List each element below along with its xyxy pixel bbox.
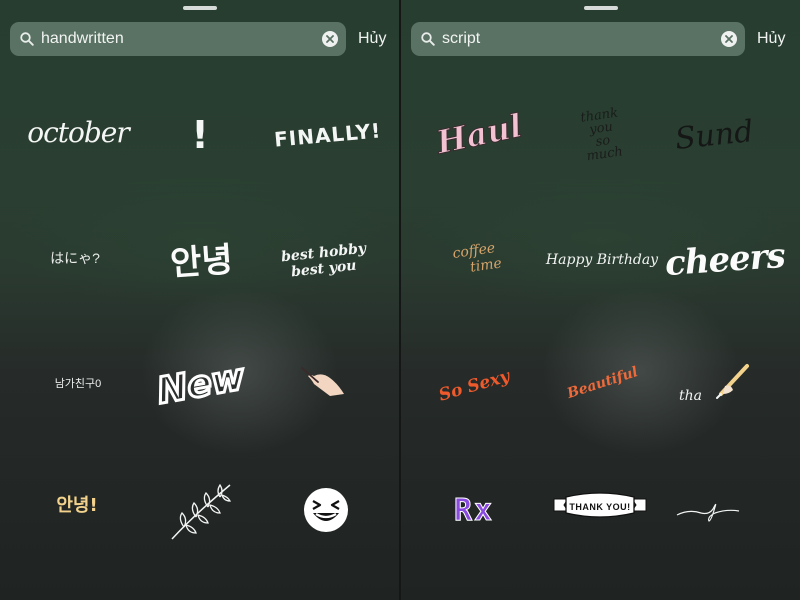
sticker-laughing-emoji[interactable]: [302, 486, 350, 534]
sticker-october-text: october: [27, 115, 130, 149]
sticker-october[interactable]: october: [27, 112, 130, 152]
sticker-sund-text: Sund: [673, 113, 755, 157]
twig-icon: [171, 483, 232, 540]
sticker-happy-birthday[interactable]: Happy Birthday: [546, 246, 658, 274]
sticker-thank-line4: much: [585, 144, 624, 165]
clear-search-button[interactable]: [721, 31, 737, 47]
sticker-so-sexy-text: So Sexy: [436, 366, 512, 406]
sticker-annyeong-large[interactable]: 안녕: [152, 232, 250, 284]
sticker-korean-small[interactable]: 남가친구0: [46, 372, 110, 394]
sticker-cheers-text: cheers: [663, 235, 787, 285]
sticker-happy-birthday-text: Happy Birthday: [545, 252, 659, 268]
sheet-grabber[interactable]: [583, 6, 618, 10]
sticker-exclamation-text: !: [191, 113, 209, 157]
sticker-sund[interactable]: Sund: [671, 112, 757, 158]
sticker-hello-japanese-text: はにゃ?: [50, 250, 100, 266]
sticker-tha[interactable]: tha: [677, 364, 753, 410]
sticker-annyeong-small[interactable]: 안녕!: [44, 490, 110, 518]
clear-icon: [326, 35, 334, 43]
sticker-tha-text: tha: [679, 388, 702, 404]
sticker-panel-handwritten: handwritten Hủy october ! FINALLY! はにゃ? …: [0, 0, 399, 600]
search-bar[interactable]: script: [411, 22, 745, 56]
sticker-so-sexy[interactable]: So Sexy: [436, 366, 511, 406]
sheet-grabber[interactable]: [182, 6, 217, 10]
laughing-face-icon: [304, 488, 348, 532]
clear-icon: [725, 35, 733, 43]
search-icon: [20, 32, 34, 46]
search-bar[interactable]: handwritten: [10, 22, 346, 56]
sticker-haul[interactable]: Haul: [432, 106, 525, 162]
hand-pen-icon: [301, 367, 344, 396]
search-input[interactable]: script: [442, 30, 480, 48]
sticker-best-hobby[interactable]: best hobby best you: [281, 236, 367, 286]
sticker-thank-you-banner[interactable]: THANK YOU!: [551, 490, 649, 524]
sticker-coffee-time[interactable]: coffee time: [436, 233, 513, 285]
sticker-rx[interactable]: Rx: [439, 490, 509, 530]
sticker-beautiful-text: Beautiful: [565, 364, 641, 402]
sticker-thank-you-banner-text: THANK YOU!: [569, 502, 631, 512]
sticker-panel-script: script Hủy Haul thank you so much Sund c…: [401, 0, 800, 600]
sticker-korean-small-text: 남가친구0: [54, 378, 102, 390]
sticker-rx-text: Rx: [453, 492, 495, 528]
search-input[interactable]: handwritten: [41, 30, 124, 48]
sticker-twig[interactable]: [162, 478, 238, 544]
clear-search-button[interactable]: [322, 31, 338, 47]
sticker-finally-text: FINALLY!: [273, 118, 383, 152]
sticker-hand-pen[interactable]: [298, 364, 348, 400]
sticker-finally[interactable]: FINALLY!: [274, 118, 383, 152]
sticker-hello-japanese[interactable]: はにゃ?: [40, 244, 110, 272]
squiggle-icon: [676, 503, 740, 522]
cancel-button[interactable]: Hủy: [757, 30, 785, 48]
sticker-exclamation[interactable]: !: [185, 112, 215, 158]
sticker-coffee-line2: time: [469, 255, 503, 276]
sticker-cheers[interactable]: cheers: [664, 232, 786, 288]
sticker-annyeong-small-text: 안녕!: [56, 495, 98, 516]
sticker-haul-text: Haul: [432, 106, 526, 162]
sticker-new-text: New: [153, 355, 250, 414]
search-icon: [421, 32, 435, 46]
sticker-beautiful[interactable]: Beautiful: [565, 362, 641, 404]
sticker-annyeong-large-text: 안녕: [168, 239, 234, 284]
sticker-new[interactable]: New: [153, 354, 250, 414]
sticker-squiggle[interactable]: [673, 496, 743, 524]
cancel-button[interactable]: Hủy: [358, 30, 386, 48]
pencil-hand-icon: [716, 364, 749, 399]
sticker-thank-you-so-much[interactable]: thank you so much: [563, 99, 641, 170]
